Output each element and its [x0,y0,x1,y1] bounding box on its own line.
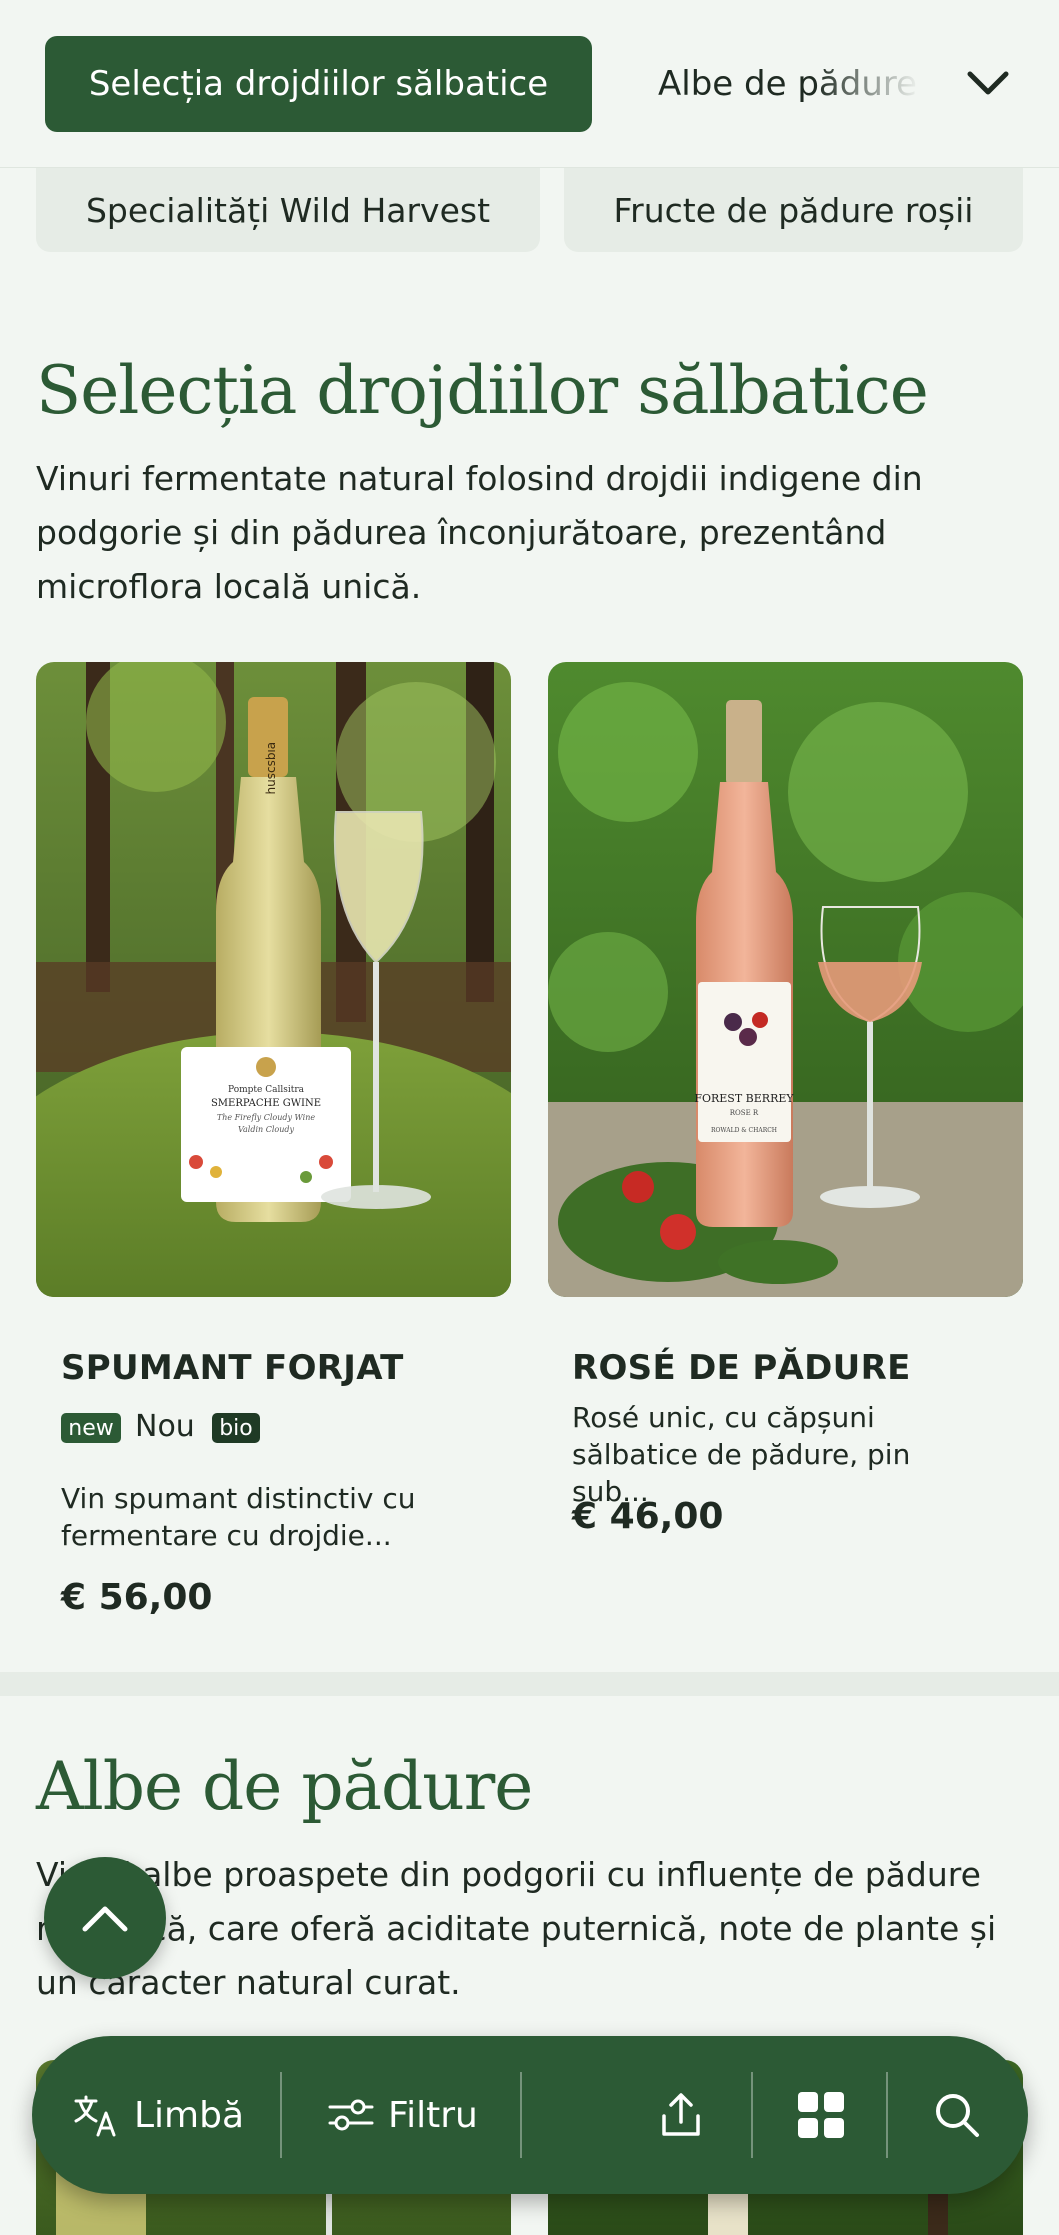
bottom-toolbar: Limbă Filtru [32,2036,1028,2194]
filter-sliders-icon [328,2099,374,2131]
svg-text:The Firefly Cloudy Wine: The Firefly Cloudy Wine [217,1113,315,1122]
category-tab-next[interactable]: Albe de pădure [658,56,920,112]
filter-label: Filtru [388,2094,478,2136]
language-button[interactable]: Limbă [72,2036,244,2194]
arrow-up-icon [82,1906,128,1932]
sparkling-wine-photo: ɐıqsɔsnɥ Pompte Callsitra SMERPACHE GWIN… [36,662,511,1297]
grid-icon [798,2092,844,2138]
badge-new: new [61,1413,121,1443]
section-divider [0,1672,1059,1696]
product-price: € 56,00 [61,1577,213,1618]
search-button[interactable] [932,2036,982,2194]
rose-wine-photo: FOREST BERREY ROSE R ROWALD & CHARCH [548,662,1023,1297]
category-pill-wild-harvest[interactable]: Specialități Wild Harvest [36,168,540,252]
capsule-label: ɐıqsɔsnɥ [265,742,279,794]
svg-text:Pompte Callsitra: Pompte Callsitra [228,1085,305,1095]
svg-text:ROSE R: ROSE R [730,1109,759,1117]
badge-nou-label: Nou [135,1409,195,1444]
product-name[interactable]: SPUMANT FORJAT [61,1348,404,1388]
badge-bio: bio [212,1413,260,1443]
search-icon [936,2094,979,2137]
category-bar: Selecția drojdiilor sălbatice Albe de pă… [0,0,1059,168]
toolbar-separator [520,2072,522,2158]
svg-text:SMERPACHE GWINE: SMERPACHE GWINE [211,1098,321,1109]
svg-text:FOREST BERREY: FOREST BERREY [694,1092,794,1105]
share-button[interactable] [656,2036,706,2194]
svg-text:ROWALD & CHARCH: ROWALD & CHARCH [711,1127,777,1134]
translate-icon [74,2095,116,2137]
category-pill-red-berries[interactable]: Fructe de pădure roșii [564,168,1023,252]
section-description: Vinuri fermentate natural folosind drojd… [36,459,923,606]
filter-button[interactable]: Filtru [328,2036,478,2194]
section-description: Vinuri albe proaspete din podgorii cu in… [36,1855,997,2002]
category-tab-active[interactable]: Selecția drojdiilor sălbatice [45,36,592,132]
product-image[interactable]: ɐıqsɔsnɥ Pompte Callsitra SMERPACHE GWIN… [36,662,511,1297]
toolbar-separator [280,2072,282,2158]
share-icon [662,2093,700,2136]
grid-view-button[interactable] [796,2036,846,2194]
svg-text:Valdin Cloudy: Valdin Cloudy [238,1125,295,1134]
product-description: Rosé unic, cu căpșuni sălbatice de pădur… [572,1401,911,1508]
product-image[interactable]: FOREST BERREY ROSE R ROWALD & CHARCH [548,662,1023,1297]
scroll-to-top-button[interactable] [44,1857,166,1979]
toolbar-separator [751,2072,753,2158]
language-label: Limbă [134,2094,245,2136]
product-name[interactable]: ROSÉ DE PĂDURE [572,1348,911,1388]
section-title: Selecția drojdiilor sălbatice [36,352,929,429]
product-description: Vin spumant distinctiv cu fermentare cu … [61,1482,416,1552]
toolbar-separator [886,2072,888,2158]
chevron-down-icon[interactable] [962,60,1014,108]
product-price: € 46,00 [572,1496,724,1537]
section-title: Albe de pădure [36,1748,533,1825]
